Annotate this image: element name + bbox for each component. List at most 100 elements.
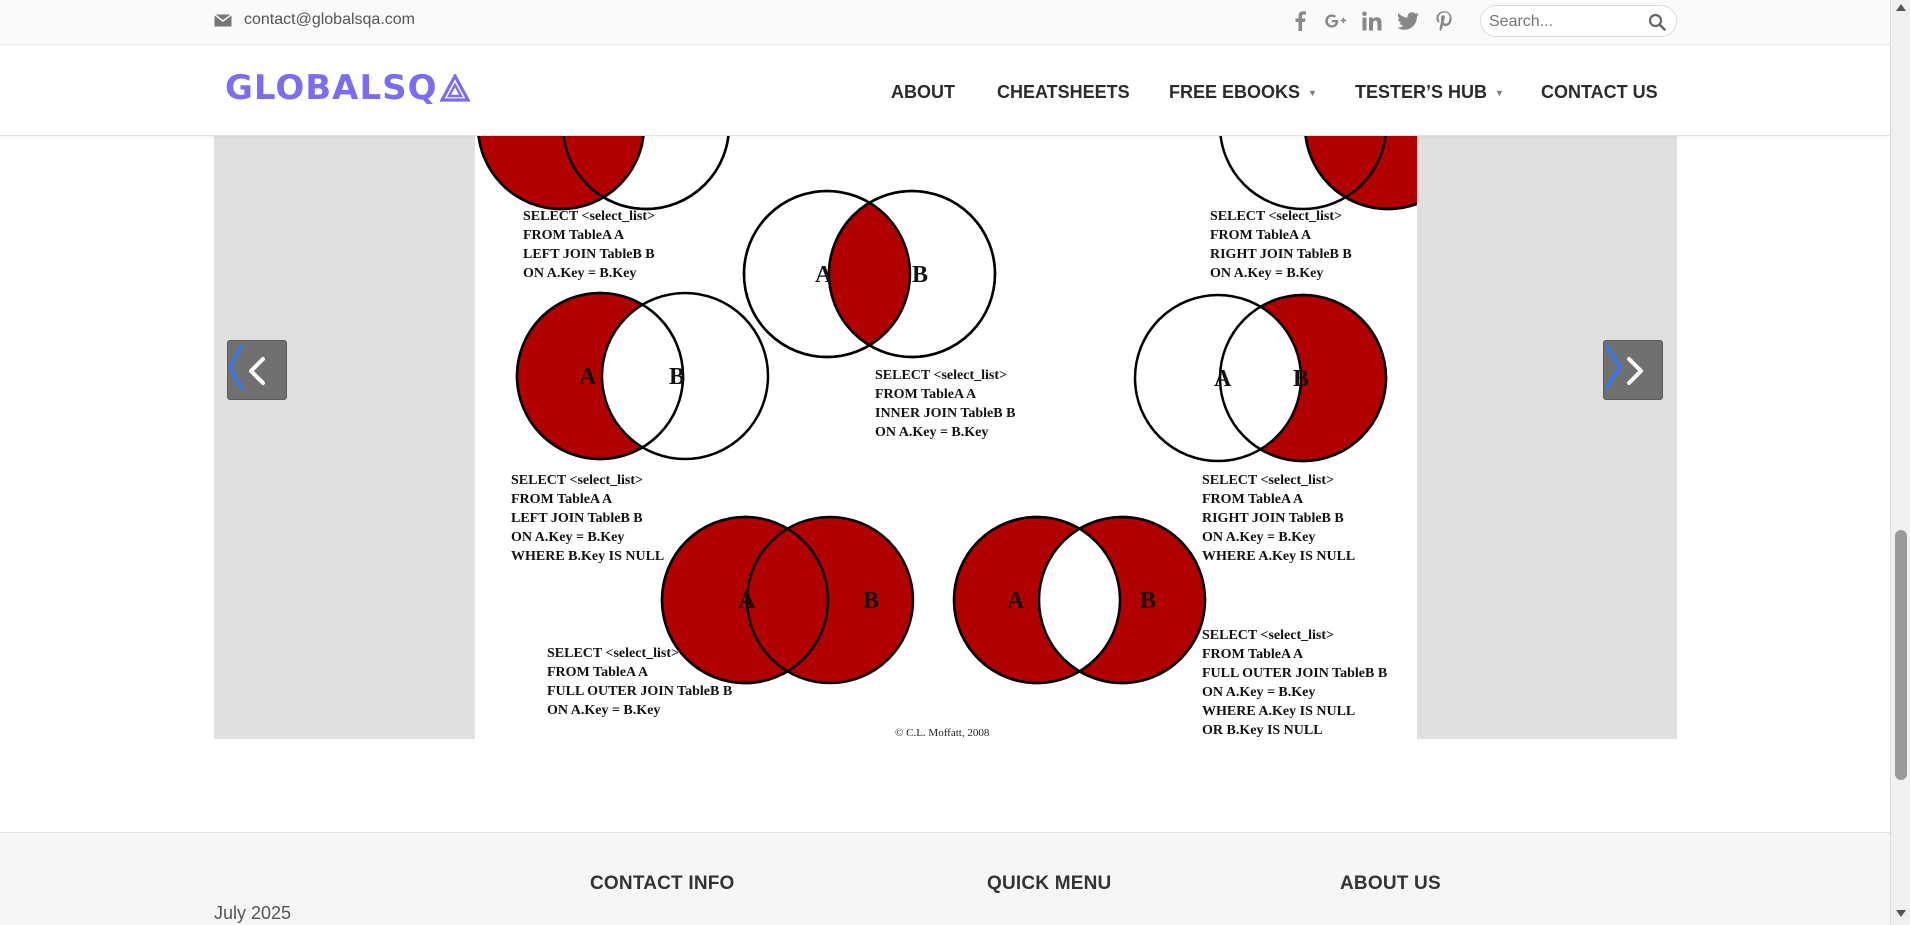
- svg-text:FROM TableA A: FROM TableA A: [1210, 228, 1312, 243]
- svg-text:SELECT <select_list>: SELECT <select_list>: [523, 209, 655, 224]
- facebook-icon[interactable]: [1289, 10, 1311, 32]
- footer-archive-date[interactable]: July 2025: [214, 903, 291, 924]
- nav-free-ebooks[interactable]: FREE EBOOKS ▼: [1169, 82, 1317, 103]
- left-excluding-query: SELECT <select_list> FROM TableA A LEFT …: [511, 473, 664, 564]
- venn-right-join: [1219, 136, 1417, 211]
- svg-text:OR B.Key IS NULL: OR B.Key IS NULL: [1202, 723, 1323, 738]
- svg-text:SELECT <select_list>: SELECT <select_list>: [1202, 628, 1334, 643]
- search-box: [1480, 5, 1677, 37]
- top-bar: contact@globalsqa.com: [0, 0, 1890, 45]
- svg-text:ON A.Key = B.Key: ON A.Key = B.Key: [1202, 685, 1315, 700]
- svg-text:ON A.Key = B.Key: ON A.Key = B.Key: [547, 703, 660, 718]
- nav-testers-hub[interactable]: TESTER’S HUB ▼: [1355, 82, 1504, 103]
- svg-text:B: B: [912, 262, 928, 288]
- contact-email-text: contact@globalsqa.com: [244, 11, 415, 28]
- footer-contact-info-heading: CONTACT INFO: [590, 873, 735, 894]
- mail-icon: [214, 13, 232, 26]
- nav-about-label: ABOUT: [891, 82, 955, 102]
- contact-email[interactable]: contact@globalsqa.com: [214, 11, 415, 29]
- venn-left-join: [477, 136, 730, 211]
- venn-right-excluding: A B: [1133, 293, 1388, 463]
- site-logo[interactable]: GLOBALSQ: [225, 68, 470, 108]
- svg-text:WHERE B.Key IS NULL: WHERE B.Key IS NULL: [511, 549, 664, 564]
- full-excluding-query: SELECT <select_list> FROM TableA A FULL …: [1202, 628, 1387, 738]
- svg-text:ON A.Key = B.Key: ON A.Key = B.Key: [1202, 530, 1315, 545]
- svg-text:FULL OUTER JOIN TableB B: FULL OUTER JOIN TableB B: [547, 684, 732, 699]
- nav-contact-us-label: CONTACT US: [1541, 82, 1658, 102]
- svg-text:SELECT <select_list>: SELECT <select_list>: [547, 646, 679, 661]
- footer-about-us-heading: ABOUT US: [1340, 873, 1441, 894]
- twitter-icon[interactable]: [1397, 10, 1419, 32]
- slider-next-button[interactable]: [1603, 340, 1663, 400]
- right-excluding-query: SELECT <select_list> FROM TableA A RIGHT…: [1202, 473, 1355, 564]
- svg-text:INNER JOIN TableB B: INNER JOIN TableB B: [875, 406, 1015, 421]
- chevron-left-icon: [228, 344, 265, 390]
- page-scrollbar[interactable]: [1890, 0, 1910, 925]
- venn-inner-join: A B: [742, 189, 997, 359]
- site-header: GLOBALSQ ABOUT CHEATSHEETS FREE EBOOKS ▼…: [0, 46, 1890, 136]
- svg-text:ON A.Key = B.Key: ON A.Key = B.Key: [523, 266, 636, 281]
- svg-text:B: B: [1293, 366, 1309, 392]
- svg-text:A: A: [815, 262, 833, 288]
- nav-about[interactable]: ABOUT: [891, 82, 955, 103]
- svg-text:SELECT <select_list>: SELECT <select_list>: [1210, 209, 1342, 224]
- nav-testers-hub-label: TESTER’S HUB: [1355, 82, 1488, 102]
- linkedin-icon[interactable]: [1361, 10, 1383, 32]
- svg-text:WHERE A.Key IS NULL: WHERE A.Key IS NULL: [1202, 549, 1355, 564]
- slider-prev-button[interactable]: [227, 340, 287, 400]
- scroll-up-icon[interactable]: [1896, 4, 1906, 11]
- nav-cheatsheets[interactable]: CHEATSHEETS: [997, 82, 1130, 103]
- svg-text:FROM TableA A: FROM TableA A: [1202, 492, 1304, 507]
- nav-free-ebooks-label: FREE EBOOKS: [1169, 82, 1301, 102]
- inner-join-query: SELECT <select_list> FROM TableA A INNER…: [875, 368, 1015, 440]
- right-join-query: SELECT <select_list> FROM TableA A RIGHT…: [1210, 209, 1352, 281]
- scrollbar-thumb[interactable]: [1895, 530, 1907, 780]
- svg-text:B: B: [669, 364, 685, 390]
- sql-joins-diagram: SELECT <select_list> FROM TableA A LEFT …: [475, 136, 1417, 739]
- svg-text:SELECT <select_list>: SELECT <select_list>: [511, 473, 643, 488]
- svg-text:A: A: [1214, 366, 1232, 392]
- nav-contact-us[interactable]: CONTACT US: [1541, 82, 1658, 103]
- nav-cheatsheets-label: CHEATSHEETS: [997, 82, 1130, 102]
- svg-text:FROM TableA A: FROM TableA A: [547, 665, 649, 680]
- copyright-text: © C.L. Moffatt, 2008: [895, 727, 990, 739]
- svg-text:SELECT <select_list>: SELECT <select_list>: [875, 368, 1007, 383]
- svg-text:RIGHT JOIN TableB B: RIGHT JOIN TableB B: [1202, 511, 1344, 526]
- search-icon[interactable]: [1648, 13, 1666, 31]
- venn-full-outer-join: A B: [660, 515, 915, 685]
- svg-text:LEFT JOIN TableB B: LEFT JOIN TableB B: [523, 247, 655, 262]
- svg-text:SELECT <select_list>: SELECT <select_list>: [1202, 473, 1334, 488]
- svg-text:A: A: [1007, 588, 1025, 614]
- svg-text:ON A.Key = B.Key: ON A.Key = B.Key: [511, 530, 624, 545]
- svg-text:RIGHT JOIN TableB B: RIGHT JOIN TableB B: [1210, 247, 1352, 262]
- venn-left-excluding: A B: [515, 291, 770, 461]
- svg-text:FROM TableA A: FROM TableA A: [523, 228, 625, 243]
- chevron-down-icon: ▼: [1308, 87, 1317, 98]
- svg-text:B: B: [1140, 588, 1156, 614]
- chevron-right-icon: [1604, 344, 1643, 390]
- svg-text:FROM TableA A: FROM TableA A: [875, 387, 977, 402]
- site-footer: CONTACT INFO QUICK MENU ABOUT US July 20…: [0, 832, 1890, 925]
- svg-text:A: A: [738, 588, 756, 614]
- chevron-down-icon: ▼: [1495, 87, 1504, 98]
- venn-full-excluding: A B: [952, 515, 1207, 685]
- image-slider: SELECT <select_list> FROM TableA A LEFT …: [214, 136, 1677, 739]
- left-join-query: SELECT <select_list> FROM TableA A LEFT …: [523, 209, 655, 281]
- svg-text:WHERE A.Key IS NULL: WHERE A.Key IS NULL: [1202, 704, 1355, 719]
- social-links: [1289, 10, 1455, 32]
- svg-text:A: A: [579, 364, 597, 390]
- search-input[interactable]: [1489, 11, 1639, 33]
- logo-text: GLOBALSQ: [225, 68, 438, 108]
- svg-text:ON A.Key = B.Key: ON A.Key = B.Key: [1210, 266, 1323, 281]
- pinterest-icon[interactable]: [1433, 10, 1455, 32]
- logo-triangle-icon: [439, 74, 470, 102]
- svg-text:FULL OUTER JOIN TableB B: FULL OUTER JOIN TableB B: [1202, 666, 1387, 681]
- svg-text:ON A.Key = B.Key: ON A.Key = B.Key: [875, 425, 988, 440]
- google-plus-icon[interactable]: [1325, 10, 1347, 32]
- svg-text:B: B: [863, 588, 879, 614]
- scroll-down-icon[interactable]: [1896, 910, 1906, 917]
- footer-quick-menu-heading: QUICK MENU: [987, 873, 1112, 894]
- svg-text:LEFT JOIN TableB B: LEFT JOIN TableB B: [511, 511, 643, 526]
- svg-text:FROM TableA A: FROM TableA A: [1202, 647, 1304, 662]
- svg-text:FROM TableA A: FROM TableA A: [511, 492, 613, 507]
